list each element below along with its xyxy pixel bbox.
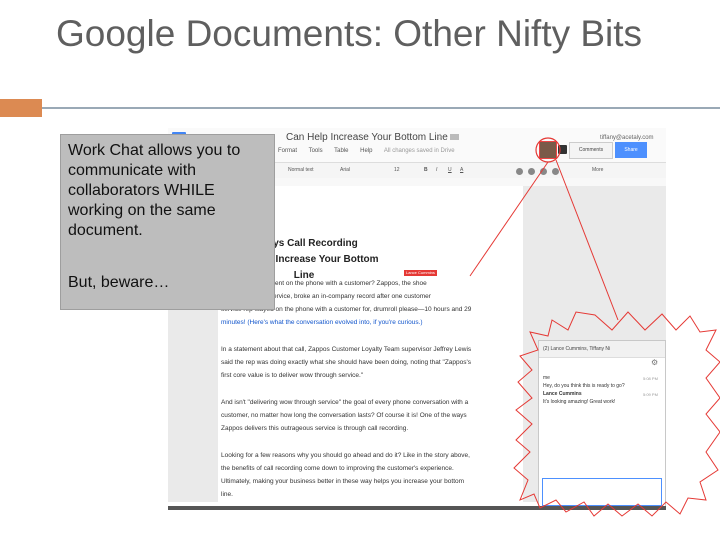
chat-message: Hey, do you think this is ready to go? bbox=[543, 383, 625, 389]
comment-icon[interactable] bbox=[528, 168, 535, 175]
doc-text-line: Zappos delivers this outrageous service … bbox=[221, 425, 409, 432]
menu-bar: Format Tools Table Help All changes save… bbox=[278, 148, 465, 154]
chat-message: It's looking amazing! Great work! bbox=[543, 399, 616, 405]
share-button[interactable]: Share bbox=[615, 142, 647, 158]
font-size-select[interactable]: 12 bbox=[394, 167, 400, 173]
chat-icon[interactable] bbox=[558, 145, 567, 154]
chat-sender: Lance Cummins bbox=[543, 391, 582, 397]
collaborator-cursor-label: Lance Cummins bbox=[404, 270, 437, 276]
align-icon[interactable] bbox=[540, 168, 547, 175]
doc-text-line: first core value is to deliver wow throu… bbox=[221, 372, 364, 379]
menu-help[interactable]: Help bbox=[360, 148, 372, 154]
chat-input[interactable] bbox=[542, 478, 662, 506]
star-icon[interactable]: ☆ bbox=[436, 132, 444, 143]
doc-text-line: And isn't "delivering wow through servic… bbox=[221, 399, 469, 406]
title-divider bbox=[42, 107, 720, 109]
slide-title: Google Documents: Other Nifty Bits bbox=[56, 13, 643, 54]
style-select[interactable]: Normal text bbox=[288, 167, 314, 173]
collaborator-avatar[interactable] bbox=[539, 141, 557, 159]
folder-icon[interactable] bbox=[450, 134, 459, 140]
doc-text-line: Looking for a few reasons why you should… bbox=[221, 452, 470, 459]
menu-table[interactable]: Table bbox=[334, 148, 348, 154]
doc-text-line: customer, no matter how long the convers… bbox=[221, 412, 467, 419]
font-select[interactable]: Arial bbox=[340, 167, 350, 173]
doc-text-line[interactable]: minutes! (Here's what the conversation e… bbox=[221, 317, 521, 330]
doc-text-line: line. bbox=[221, 491, 233, 498]
callout-box: Work Chat allows you to communicate with… bbox=[60, 134, 275, 310]
save-status: All changes saved in Drive bbox=[383, 148, 455, 154]
menu-tools[interactable]: Tools bbox=[309, 148, 323, 154]
bold-icon[interactable]: B bbox=[424, 167, 428, 173]
chat-sender: me bbox=[543, 375, 550, 381]
list-icon[interactable] bbox=[552, 168, 559, 175]
chat-panel: (2) Lance Cummins, Tiffany Ni ⚙ me 5:08 … bbox=[538, 340, 666, 510]
accent-bar bbox=[0, 99, 42, 117]
document-title[interactable]: Can Help Increase Your Bottom Line bbox=[286, 132, 448, 143]
callout-text: Work Chat allows you to communicate with… bbox=[68, 142, 241, 239]
chat-header[interactable]: (2) Lance Cummins, Tiffany Ni bbox=[539, 341, 665, 358]
chat-participants: (2) Lance Cummins, Tiffany Ni bbox=[543, 346, 611, 352]
user-email[interactable]: tiffany@acetaly.com bbox=[600, 135, 654, 141]
chat-settings-icon[interactable]: ⚙ bbox=[651, 358, 658, 367]
callout-warning: But, beware… bbox=[68, 274, 170, 291]
doc-text-line: In a statement about that call, Zappos C… bbox=[221, 346, 472, 353]
screenshot-bottom-edge bbox=[168, 506, 666, 510]
chat-timestamp: 5:08 PM bbox=[643, 376, 658, 381]
doc-text-line: Ultimately, making your business better … bbox=[221, 478, 465, 485]
menu-format[interactable]: Format bbox=[278, 148, 297, 154]
text-color-icon[interactable]: A bbox=[460, 167, 463, 173]
italic-icon[interactable]: I bbox=[436, 167, 437, 173]
more-menu[interactable]: More bbox=[592, 167, 603, 173]
comments-button[interactable]: Comments bbox=[569, 142, 613, 159]
underline-icon[interactable]: U bbox=[448, 167, 452, 173]
doc-text-line: the benefits of call recording come down… bbox=[221, 465, 454, 472]
link-icon[interactable] bbox=[516, 168, 523, 175]
chat-timestamp: 5:09 PM bbox=[643, 392, 658, 397]
doc-text-line: said the rep was doing exactly what she … bbox=[221, 359, 471, 366]
